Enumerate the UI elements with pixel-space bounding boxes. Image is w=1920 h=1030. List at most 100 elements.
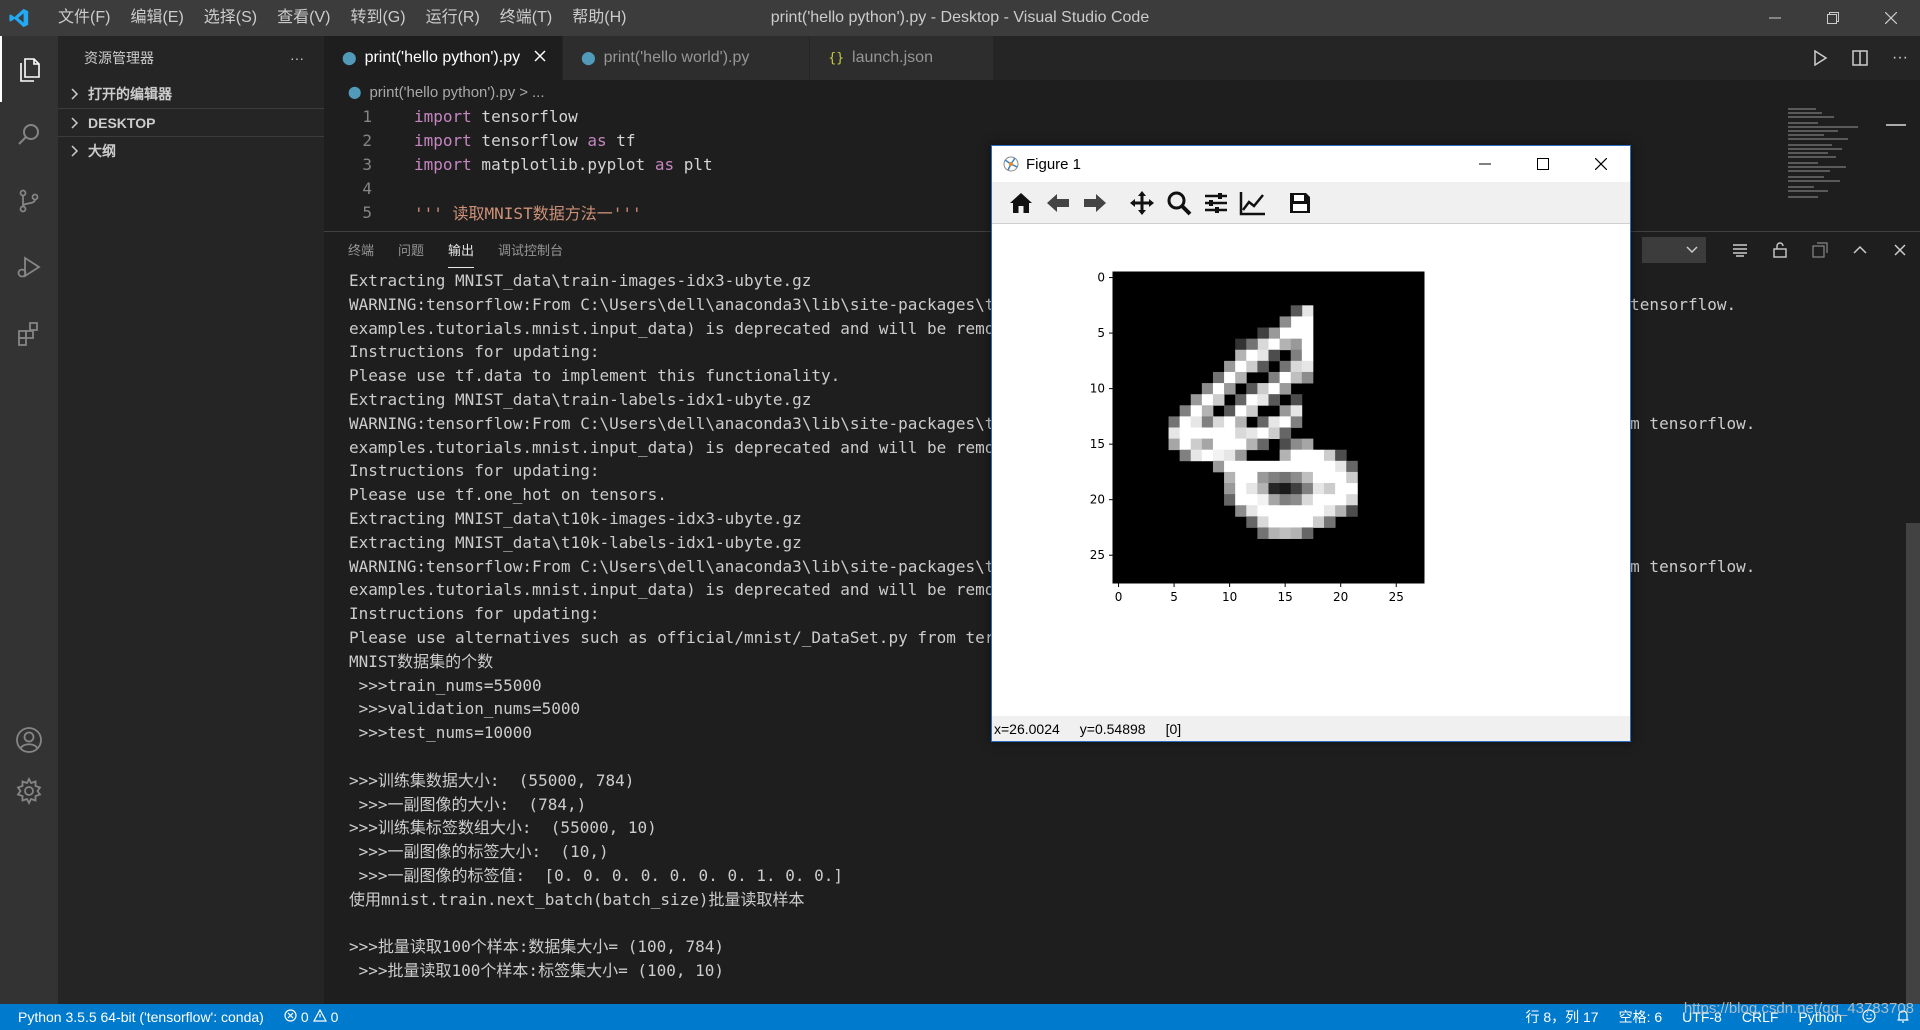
image-pixel xyxy=(1257,427,1269,440)
tab-terminal[interactable]: 终端 xyxy=(348,240,374,268)
image-pixel xyxy=(1257,360,1269,373)
menu-run[interactable]: 运行(R) xyxy=(416,0,490,36)
restore-button[interactable] xyxy=(1804,0,1862,36)
figure-minimize-button[interactable] xyxy=(1456,146,1514,182)
configure-subplots-icon[interactable] xyxy=(1197,185,1234,221)
maximize-panel-icon[interactable] xyxy=(1840,232,1880,268)
explorer-icon[interactable] xyxy=(0,36,58,102)
run-file-icon[interactable] xyxy=(1800,36,1840,80)
menu-help[interactable]: 帮助(H) xyxy=(562,0,636,36)
back-icon[interactable] xyxy=(1039,185,1076,221)
menu-terminal[interactable]: 终端(T) xyxy=(490,0,562,36)
menu-selection[interactable]: 选择(S) xyxy=(194,0,267,36)
close-panel-icon[interactable] xyxy=(1880,232,1920,268)
image-pixel xyxy=(1212,438,1225,451)
figure-close-button[interactable] xyxy=(1572,146,1630,182)
cursor-y-readout: y=0.54898 xyxy=(1079,720,1146,737)
image-pixel xyxy=(1335,449,1347,462)
settings-gear-icon[interactable] xyxy=(0,758,58,824)
scrollbar-thumb[interactable] xyxy=(1906,523,1920,1005)
tab-hello-world[interactable]: ⬤ print('hello world').py xyxy=(563,36,811,80)
image-pixels xyxy=(1113,272,1424,583)
output-channel-select[interactable] xyxy=(1642,237,1706,263)
chevron-right-icon xyxy=(66,144,84,157)
identifier: plt xyxy=(674,154,713,174)
section-label: DESKTOP xyxy=(88,114,156,131)
minimap[interactable] xyxy=(1786,106,1906,216)
image-pixel xyxy=(1301,449,1314,462)
close-button[interactable] xyxy=(1862,0,1920,36)
menu-file[interactable]: 文件(F) xyxy=(48,0,120,36)
image-pixel xyxy=(1224,427,1236,440)
image-pixel xyxy=(1301,438,1314,451)
image-pixel xyxy=(1301,483,1314,495)
edit-axes-icon[interactable] xyxy=(1234,185,1271,221)
y-tick-label: 15 xyxy=(1090,437,1105,451)
image-pixel xyxy=(1201,405,1214,417)
image-pixel xyxy=(1246,505,1258,517)
tab-hello-python[interactable]: ⬤ print('hello python').py xyxy=(324,36,564,80)
search-icon[interactable] xyxy=(0,102,58,168)
indentation[interactable]: 空格: 6 xyxy=(1609,1007,1673,1027)
figure-status-bar: x=26.0024 y=0.54898 [0] xyxy=(992,716,1630,741)
image-pixel xyxy=(1346,505,1358,517)
zoom-icon[interactable] xyxy=(1160,185,1197,221)
image-pixel xyxy=(1190,438,1203,451)
x-tick-label: 25 xyxy=(1389,590,1404,604)
image-pixel xyxy=(1324,483,1336,495)
pan-icon[interactable] xyxy=(1123,185,1160,221)
image-pixel xyxy=(1201,394,1214,406)
image-pixel xyxy=(1179,405,1192,417)
extensions-icon[interactable] xyxy=(0,300,58,366)
menu-view[interactable]: 查看(V) xyxy=(267,0,340,36)
clear-output-icon[interactable] xyxy=(1720,232,1760,268)
image-pixel xyxy=(1279,383,1292,395)
cursor-position[interactable]: 行 8，列 17 xyxy=(1515,1007,1608,1027)
close-tab-icon[interactable] xyxy=(534,49,546,67)
tab-launch-json[interactable]: {} launch.json xyxy=(810,36,994,80)
figure-canvas[interactable]: 0 5 10 15 20 25 0 5 10 15 20 25 xyxy=(992,224,1630,716)
more-actions-button[interactable]: ··· xyxy=(290,50,304,66)
tab-debug-console[interactable]: 调试控制台 xyxy=(498,240,563,268)
image-pixel xyxy=(1235,494,1247,506)
image-pixel xyxy=(1246,383,1258,395)
image-pixel xyxy=(1346,460,1358,473)
section-desktop[interactable]: DESKTOP xyxy=(58,108,324,136)
image-pixel xyxy=(1268,483,1281,495)
minimize-button[interactable] xyxy=(1746,0,1804,36)
cursor-x-readout: x=26.0024 xyxy=(994,720,1060,737)
image-pixel xyxy=(1224,471,1236,484)
home-icon[interactable] xyxy=(1002,185,1039,221)
breadcrumb-file[interactable]: print('hello python').py xyxy=(369,84,515,101)
image-pixel xyxy=(1268,371,1281,384)
source-control-icon[interactable] xyxy=(0,168,58,234)
image-pixel xyxy=(1279,338,1292,351)
menu-edit[interactable]: 编辑(E) xyxy=(120,0,193,36)
menu-bar: 文件(F) 编辑(E) 选择(S) 查看(V) 转到(G) 运行(R) 终端(T… xyxy=(48,0,636,36)
tab-output[interactable]: 输出 xyxy=(448,240,475,268)
code-line: 1 import tensorflow xyxy=(324,104,1920,128)
image-pixel xyxy=(1324,494,1336,506)
image-pixel xyxy=(1224,438,1236,451)
section-outline[interactable]: 大纲 xyxy=(58,136,324,164)
sidebar-title: 资源管理器 xyxy=(84,50,154,66)
menu-go[interactable]: 转到(G) xyxy=(340,0,415,36)
image-pixel xyxy=(1290,316,1303,328)
image-pixel xyxy=(1312,483,1325,495)
more-editor-actions-icon[interactable]: ··· xyxy=(1880,36,1920,80)
open-log-file-icon[interactable] xyxy=(1800,232,1840,268)
forward-icon[interactable] xyxy=(1076,185,1113,221)
figure-maximize-button[interactable] xyxy=(1514,146,1572,182)
output-line: >>>一副图像的标签大小: (10,) xyxy=(349,842,609,862)
python-interpreter[interactable]: Python 3.5.5 64-bit ('tensorflow': conda… xyxy=(0,1009,274,1025)
python-file-icon: ⬤ xyxy=(581,50,596,65)
run-debug-icon[interactable] xyxy=(0,234,58,300)
scroll-lock-icon[interactable] xyxy=(1760,232,1800,268)
split-editor-icon[interactable] xyxy=(1840,36,1880,80)
problems-indicator[interactable]: 0 0 xyxy=(274,1008,349,1025)
save-icon[interactable] xyxy=(1281,185,1318,221)
section-open-editors[interactable]: 打开的编辑器 xyxy=(58,80,324,108)
breadcrumb-rest[interactable]: ... xyxy=(532,84,545,101)
output-scrollbar[interactable] xyxy=(1906,268,1920,1005)
tab-problems[interactable]: 问题 xyxy=(398,240,424,268)
